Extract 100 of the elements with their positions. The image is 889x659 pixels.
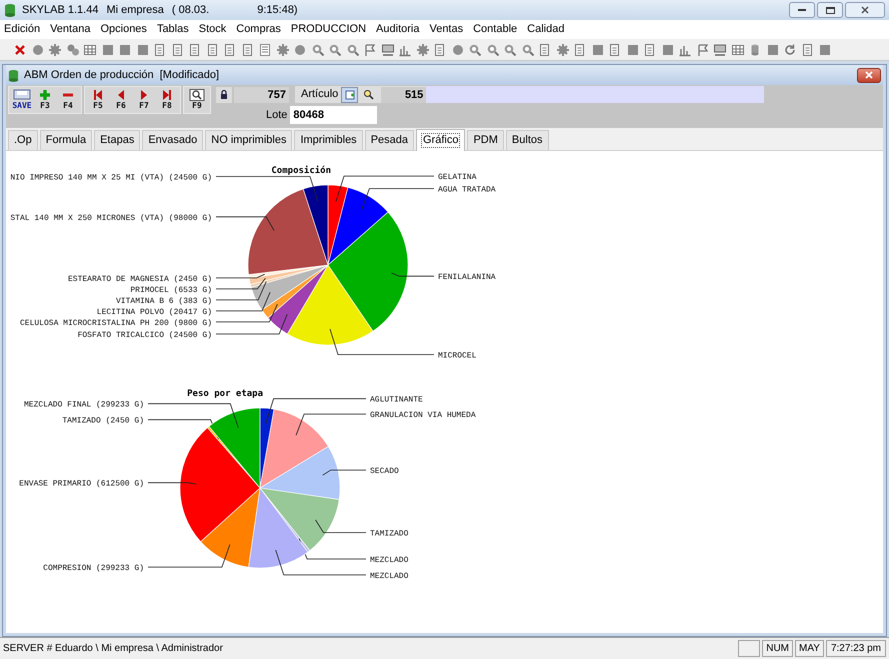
square-icon[interactable] (626, 42, 640, 56)
square-icon[interactable] (660, 42, 674, 56)
document-icon[interactable] (538, 42, 552, 56)
toolbar-button[interactable]: F3 (35, 87, 55, 113)
toolbar-button[interactable]: F5 (88, 87, 108, 113)
tab[interactable]: Gráfico (416, 129, 466, 151)
document-icon[interactable] (188, 42, 202, 56)
magnifier-icon[interactable] (468, 42, 482, 56)
tab[interactable]: Imprimibles (294, 130, 363, 150)
gear-icon[interactable] (416, 42, 430, 56)
tab[interactable]: PDM (467, 130, 504, 150)
document-icon[interactable] (153, 42, 167, 56)
article-field[interactable]: 515 (381, 86, 426, 102)
menu-item[interactable]: Opciones (100, 21, 147, 38)
document-icon[interactable] (240, 42, 254, 56)
new-document-button[interactable] (341, 86, 358, 102)
menu-item[interactable]: Ventana (50, 21, 90, 38)
tab[interactable]: Bultos (506, 130, 548, 150)
close-button[interactable] (845, 2, 885, 18)
square-icon[interactable] (118, 42, 132, 56)
maximize-button[interactable] (817, 2, 843, 18)
gear-icon[interactable] (48, 42, 62, 56)
monitor-icon[interactable] (713, 42, 727, 56)
circle-icon[interactable] (293, 42, 307, 56)
square-icon[interactable] (100, 42, 114, 56)
document-icon[interactable] (170, 42, 184, 56)
slice-label: AGLUTINANTE (370, 396, 423, 405)
close-icon (865, 71, 873, 79)
toolbar-button[interactable]: F8 (157, 87, 177, 113)
menu-item[interactable]: Auditoria (376, 21, 420, 38)
menu-item[interactable]: Tablas (156, 21, 189, 38)
toolbar-button[interactable]: F9 (187, 87, 207, 113)
document-icon[interactable] (643, 42, 657, 56)
minimize-icon (798, 9, 806, 11)
square-icon[interactable] (136, 42, 150, 56)
toolbar-button[interactable]: F6 (111, 87, 131, 113)
flag-icon[interactable] (696, 42, 710, 56)
minimize-button[interactable] (789, 2, 815, 18)
list-icon[interactable] (258, 42, 272, 56)
document-icon[interactable] (800, 42, 814, 56)
magnifier-icon[interactable] (486, 42, 500, 56)
description-field[interactable] (426, 86, 764, 103)
tab[interactable]: Formula (40, 130, 92, 150)
circle-icon[interactable] (30, 42, 44, 56)
magnifier-icon[interactable] (520, 42, 534, 56)
square-icon[interactable] (766, 42, 780, 56)
gear-icon[interactable] (556, 42, 570, 56)
database-icon (4, 3, 16, 17)
slice-label: LECITINA POLVO (20417 G) (96, 308, 212, 317)
document-icon[interactable] (206, 42, 220, 56)
slice-label: TAMIZADO (370, 530, 408, 539)
tab[interactable]: Etapas (94, 130, 140, 150)
grid-icon[interactable] (730, 42, 744, 56)
lock-icon (216, 86, 232, 102)
new-document-icon (344, 90, 355, 100)
slice-label: ESTEARATO DE MAGNESIA (2450 G) (68, 274, 212, 284)
slice-label: GRANULACION VIA HUMEDA (370, 411, 476, 420)
document-icon[interactable] (223, 42, 237, 56)
toolbar-button[interactable]: F4 (58, 87, 78, 113)
leader-line (148, 482, 196, 485)
menu-item[interactable]: PRODUCCION (290, 21, 366, 38)
flag-icon[interactable] (363, 42, 377, 56)
slice-label: MEZCLADO (370, 556, 408, 565)
menu-item[interactable]: Calidad (527, 21, 564, 38)
magnifier-icon[interactable] (503, 42, 517, 56)
circle-icon[interactable] (450, 42, 464, 56)
document-icon[interactable] (433, 42, 447, 56)
pair-icon[interactable] (66, 42, 80, 56)
toolbar-button[interactable]: SAVE (12, 87, 32, 113)
document-icon[interactable] (573, 42, 587, 56)
menu-item[interactable]: Edición (4, 21, 40, 38)
tab[interactable]: NO imprimibles (205, 130, 292, 150)
slice-label: TAMIZADO (2450 G) (62, 416, 144, 426)
status-text: SERVER # Eduardo \ Mi empresa \ Administrador (3, 642, 223, 656)
grid-icon[interactable] (83, 42, 97, 56)
menu-item[interactable]: Contable (473, 21, 518, 38)
menu-item[interactable]: Stock (198, 21, 226, 38)
menu-item[interactable]: Ventas (429, 21, 464, 38)
tab[interactable]: Envasado (142, 130, 204, 150)
search-icon (363, 89, 374, 100)
tab[interactable]: .Op (8, 130, 38, 150)
magnifier-icon[interactable] (346, 42, 360, 56)
gear-icon[interactable] (276, 42, 290, 56)
monitor-icon[interactable] (380, 42, 394, 56)
magnifier-icon[interactable] (328, 42, 342, 56)
close-button[interactable] (857, 68, 881, 82)
slice-label: MEZCLADO (370, 572, 408, 581)
toolbar-button[interactable]: F7 (134, 87, 154, 113)
order-number-field[interactable]: 757 (234, 86, 289, 102)
tab[interactable]: Pesada (364, 130, 414, 150)
slice-label: SECADO (370, 467, 399, 476)
slice-label: FOSFATO TRICALCICO (24500 G) (78, 331, 212, 340)
square-icon[interactable] (590, 42, 604, 56)
square-icon[interactable] (818, 42, 832, 56)
document-icon[interactable] (608, 42, 622, 56)
refresh-icon[interactable] (783, 42, 797, 56)
magnifier-icon[interactable] (310, 42, 324, 56)
lot-field[interactable]: 80468 (290, 106, 378, 124)
menu-item[interactable]: Compras (236, 21, 281, 38)
close-icon[interactable] (13, 42, 27, 56)
